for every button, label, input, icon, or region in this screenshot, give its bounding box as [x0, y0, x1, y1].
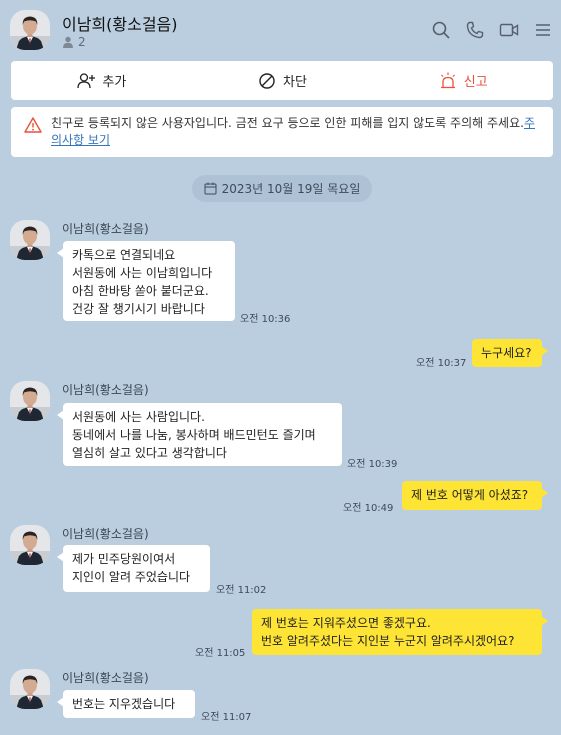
- block-label: 차단: [283, 75, 307, 90]
- sender-avatar[interactable]: [10, 525, 50, 565]
- warning-icon: [24, 117, 42, 133]
- calendar-icon: [204, 182, 217, 195]
- report-label: 신고: [463, 75, 488, 90]
- chat-header: 이남희(황소걸음) 2: [0, 0, 561, 60]
- received-message[interactable]: 카톡으로 연결되네요 서원동에 사는 이남희입니다 아침 한바탕 쏟아 붙더군요…: [57, 241, 235, 321]
- sender-avatar[interactable]: [10, 220, 50, 260]
- sender-name: 이남희(황소걸음): [62, 527, 149, 541]
- header-tools: [431, 20, 553, 40]
- menu-icon[interactable]: [533, 20, 553, 40]
- received-message[interactable]: 서원동에 사는 사람입니다. 동네에서 나를 나눔, 봉사하며 배드민턴도 즐기…: [57, 403, 342, 466]
- friend-action-bar: 추가 차단 신고: [11, 61, 553, 100]
- search-icon[interactable]: [431, 20, 451, 40]
- chat-title: 이남희(황소걸음): [62, 15, 178, 34]
- sender-name: 이남희(황소걸음): [62, 671, 149, 685]
- siren-icon: [440, 72, 455, 88]
- person-icon: [63, 36, 73, 48]
- member-count[interactable]: 2: [62, 35, 86, 49]
- report-button[interactable]: 신고: [372, 61, 553, 100]
- video-icon[interactable]: [499, 20, 519, 40]
- message-time: 오전 10:39: [347, 459, 398, 470]
- block-icon: [259, 72, 275, 89]
- message-time: 오전 10:36: [240, 314, 291, 325]
- header-avatar[interactable]: [10, 10, 50, 50]
- sent-message[interactable]: 제 번호는 지워주셨으면 좋겠구요. 번호 알려주셨다는 지인분 누군지 알려주…: [252, 609, 548, 655]
- unregistered-user-warning: 친구로 등록되지 않은 사용자입니다. 금전 요구 등으로 인한 피해를 입지 …: [11, 107, 553, 157]
- date-divider: 2023년 10월 19일 목요일: [192, 175, 372, 202]
- message-time: 오전 10:37: [416, 358, 467, 369]
- message-time: 오전 10:49: [343, 503, 394, 514]
- add-user-icon: [77, 72, 96, 88]
- message-time: 오전 11:05: [195, 648, 246, 659]
- block-button[interactable]: 차단: [192, 61, 373, 100]
- received-message[interactable]: 제가 민주당원이여서 지인이 알려 주었습니다: [57, 545, 210, 592]
- sender-avatar[interactable]: [10, 381, 50, 421]
- message-time: 오전 11:02: [216, 585, 267, 596]
- warning-text: 친구로 등록되지 않은 사용자입니다. 금전 요구 등으로 인한 피해를 입지 …: [51, 116, 524, 130]
- phone-icon[interactable]: [465, 20, 485, 40]
- message-time: 오전 11:07: [201, 712, 252, 723]
- sent-message[interactable]: 제 번호 어떻게 아셨죠?: [402, 481, 548, 510]
- sender-avatar[interactable]: [10, 669, 50, 709]
- sender-name: 이남희(황소걸음): [62, 222, 149, 236]
- sender-name: 이남희(황소걸음): [62, 383, 149, 397]
- received-message[interactable]: 번호는 지우겠습니다: [57, 690, 195, 718]
- add-friend-button[interactable]: 추가: [11, 61, 192, 100]
- sent-message[interactable]: 누구세요?: [472, 339, 548, 367]
- date-divider-text: 2023년 10월 19일 목요일: [221, 182, 361, 196]
- add-friend-label: 추가: [102, 75, 127, 90]
- member-count-value: 2: [78, 35, 86, 49]
